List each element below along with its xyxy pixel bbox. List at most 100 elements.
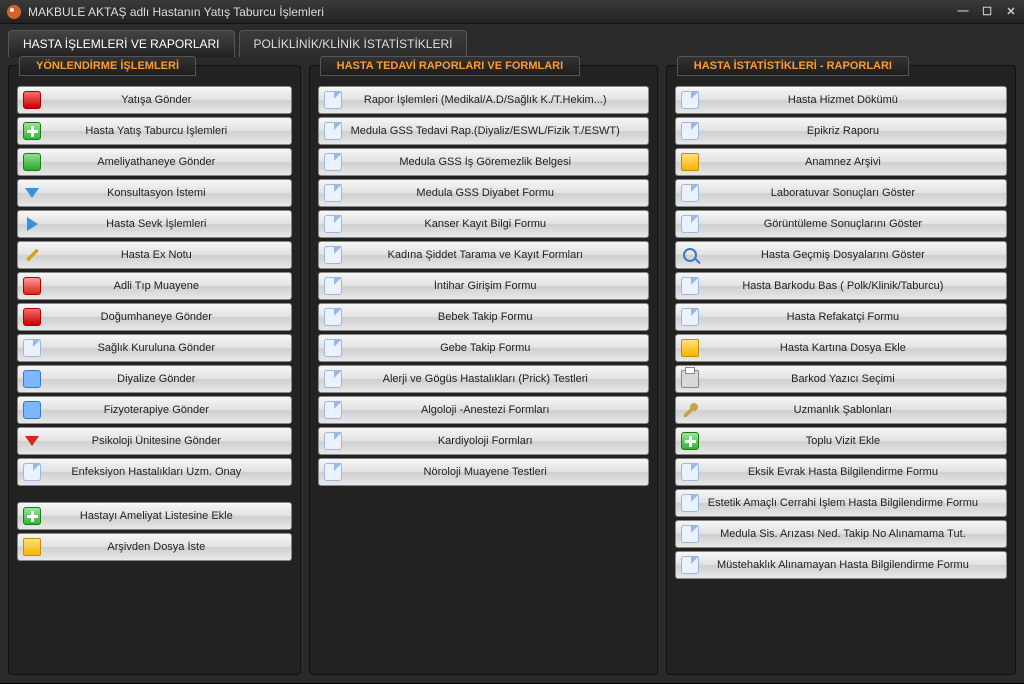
square-red-icon <box>18 87 46 113</box>
btn-add-to-surgery-list[interactable]: Hastayı Ameliyat Listesine Ekle <box>17 502 292 530</box>
btn-send-to-physiotherapy[interactable]: Fizyoterapiye Gönder <box>17 396 292 424</box>
panel-routing-operations: YÖNLENDİRME İŞLEMLERİ Yatışa Gönder Hast… <box>8 65 301 675</box>
btn-anamnesis-archive[interactable]: Anamnez Arşivi <box>675 148 1007 176</box>
separator <box>17 489 292 499</box>
btn-send-to-delivery[interactable]: Doğumhaneye Gönder <box>17 303 292 331</box>
btn-past-files[interactable]: Hasta Geçmiş Dosyalarını Göster <box>675 241 1007 269</box>
button-label: Arşivden Dosya İste <box>50 541 291 553</box>
btn-send-to-surgery[interactable]: Ameliyathaneye Gönder <box>17 148 292 176</box>
btn-cardiology-forms[interactable]: Kardiyoloji Formları <box>318 427 649 455</box>
document-icon <box>676 180 704 206</box>
square-red-icon <box>18 304 46 330</box>
btn-bulk-visit-add[interactable]: Toplu Vizit Ekle <box>675 427 1007 455</box>
document-icon <box>319 149 347 175</box>
btn-medula-incapacity[interactable]: Medula GSS İş Göremezlik Belgesi <box>318 148 649 176</box>
button-label: Kanser Kayıt Bilgi Formu <box>351 218 648 230</box>
button-label: Hasta Ex Notu <box>50 249 291 261</box>
btn-baby-followup[interactable]: Bebek Takip Formu <box>318 303 649 331</box>
btn-forensic-exam[interactable]: Adli Tıp Muayene <box>17 272 292 300</box>
btn-cancer-registry[interactable]: Kanser Kayıt Bilgi Formu <box>318 210 649 238</box>
button-label: Hastayı Ameliyat Listesine Ekle <box>50 510 291 522</box>
document-icon <box>676 521 704 547</box>
window-controls: — ☐ ✕ <box>956 5 1018 18</box>
main-tabs: HASTA İŞLEMLERİ VE RAPORLARI POLİKLİNİK/… <box>0 24 1024 57</box>
arrow-down-icon <box>18 180 46 206</box>
btn-lab-results[interactable]: Laboratuvar Sonuçları Göster <box>675 179 1007 207</box>
btn-eligibility-not-obtained-form[interactable]: Müstehaklık Alınamayan Hasta Bilgilendir… <box>675 551 1007 579</box>
minimize-button[interactable]: — <box>956 5 970 18</box>
button-label: Hasta Geçmiş Dosyalarını Göster <box>708 249 1006 261</box>
btn-medula-treatment-report[interactable]: Medula GSS Tedavi Rap.(Diyaliz/ESWL/Fizi… <box>318 117 649 145</box>
workspace: YÖNLENDİRME İŞLEMLERİ Yatışa Gönder Hast… <box>0 57 1024 683</box>
folder-icon <box>676 335 704 361</box>
btn-epicrisis-report[interactable]: Epikriz Raporu <box>675 117 1007 145</box>
btn-send-to-psychology[interactable]: Psikoloji Ünitesine Gönder <box>17 427 292 455</box>
btn-consultation-request[interactable]: Konsultasyon İstemi <box>17 179 292 207</box>
btn-request-archive-file[interactable]: Arşivden Dosya İste <box>17 533 292 561</box>
play-forward-icon <box>18 211 46 237</box>
board-icon <box>18 335 46 361</box>
button-label: Eksik Evrak Hasta Bilgilendirme Formu <box>708 466 1006 478</box>
arrow-down-red-icon <box>18 428 46 454</box>
button-label: Diyalize Gönder <box>50 373 291 385</box>
button-label: Alerji ve Gögüs Hastalıkları (Prick) Tes… <box>351 373 648 385</box>
btn-violence-screening[interactable]: Kadına Şiddet Tarama ve Kayıt Formları <box>318 241 649 269</box>
tab-clinic-statistics[interactable]: POLİKLİNİK/KLİNİK İSTATİSTİKLERİ <box>239 30 468 57</box>
document-icon <box>319 366 347 392</box>
document-icon <box>676 552 704 578</box>
btn-patient-referral[interactable]: Hasta Sevk İşlemleri <box>17 210 292 238</box>
btn-send-to-admission[interactable]: Yatışa Gönder <box>17 86 292 114</box>
btn-print-barcode[interactable]: Hasta Barkodu Bas ( Polk/Klinik/Taburcu) <box>675 272 1007 300</box>
square-blue-icon <box>18 397 46 423</box>
btn-specialty-templates[interactable]: Uzmanlık Şablonları <box>675 396 1007 424</box>
button-label: Konsultasyon İstemi <box>50 187 291 199</box>
tab-patient-operations[interactable]: HASTA İŞLEMLERİ VE RAPORLARI <box>8 30 235 57</box>
btn-aesthetic-surgery-form[interactable]: Estetik Amaçlı Cerrahi İşlem Hasta Bilgi… <box>675 489 1007 517</box>
square-blue-icon <box>18 366 46 392</box>
button-label: Yatışa Gönder <box>50 94 291 106</box>
document-icon <box>319 397 347 423</box>
btn-send-to-health-board[interactable]: Sağlık Kuruluna Gönder <box>17 334 292 362</box>
btn-companion-form[interactable]: Hasta Refakatçi Formu <box>675 303 1007 331</box>
btn-algology-anesthesia[interactable]: Algoloji -Anestezi Formları <box>318 396 649 424</box>
button-list: Yatışa Gönder Hasta Yatış Taburcu İşleml… <box>17 86 292 561</box>
maximize-button[interactable]: ☐ <box>980 5 994 18</box>
document-icon <box>676 273 704 299</box>
button-list: Hasta Hizmet Dökümü Epikriz Raporu Anamn… <box>675 86 1007 579</box>
button-label: Hasta Sevk İşlemleri <box>50 218 291 230</box>
button-label: Algoloji -Anestezi Formları <box>351 404 648 416</box>
btn-admission-discharge[interactable]: Hasta Yatış Taburcu İşlemleri <box>17 117 292 145</box>
btn-send-to-dialysis[interactable]: Diyalize Gönder <box>17 365 292 393</box>
btn-patient-ex-note[interactable]: Hasta Ex Notu <box>17 241 292 269</box>
button-label: Bebek Takip Formu <box>351 311 648 323</box>
btn-medula-outage-form[interactable]: Medula Sis. Arızası Ned. Takip No Alınam… <box>675 520 1007 548</box>
btn-add-file-to-card[interactable]: Hasta Kartına Dosya Ekle <box>675 334 1007 362</box>
btn-pregnancy-followup[interactable]: Gebe Takip Formu <box>318 334 649 362</box>
btn-allergy-tests[interactable]: Alerji ve Gögüs Hastalıkları (Prick) Tes… <box>318 365 649 393</box>
pencil-icon <box>18 242 46 268</box>
folder-icon <box>18 534 46 560</box>
btn-imaging-results[interactable]: Görüntüleme Sonuçlarını Göster <box>675 210 1007 238</box>
btn-infection-approval[interactable]: Enfeksiyon Hastalıkları Uzm. Onay <box>17 458 292 486</box>
button-label: Barkod Yazıcı Seçimi <box>708 373 1006 385</box>
button-label: Medula GSS İş Göremezlik Belgesi <box>351 156 648 168</box>
btn-service-breakdown[interactable]: Hasta Hizmet Dökümü <box>675 86 1007 114</box>
btn-missing-docs-form[interactable]: Eksik Evrak Hasta Bilgilendirme Formu <box>675 458 1007 486</box>
btn-suicide-attempt[interactable]: İntihar Girişim Formu <box>318 272 649 300</box>
button-label: Doğumhaneye Gönder <box>50 311 291 323</box>
document-icon <box>319 87 347 113</box>
document-icon <box>319 273 347 299</box>
btn-neurology-tests[interactable]: Nöroloji Muayene Testleri <box>318 458 649 486</box>
button-label: Hasta Barkodu Bas ( Polk/Klinik/Taburcu) <box>708 280 1006 292</box>
btn-medula-diabetes[interactable]: Medula GSS Diyabet Formu <box>318 179 649 207</box>
button-label: Kadına Şiddet Tarama ve Kayıt Formları <box>351 249 648 261</box>
document-icon <box>676 490 704 516</box>
panel-patient-statistics: HASTA İSTATİSTİKLERİ - RAPORLARI Hasta H… <box>666 65 1016 675</box>
btn-report-operations[interactable]: Rapor İşlemleri (Medikal/A.D/Sağlık K./T… <box>318 86 649 114</box>
document-icon <box>676 118 704 144</box>
btn-barcode-printer-select[interactable]: Barkod Yazıcı Seçimi <box>675 365 1007 393</box>
close-button[interactable]: ✕ <box>1004 5 1018 18</box>
document-icon <box>319 242 347 268</box>
button-label: Laboratuvar Sonuçları Göster <box>708 187 1006 199</box>
plus-green-icon <box>18 503 46 529</box>
